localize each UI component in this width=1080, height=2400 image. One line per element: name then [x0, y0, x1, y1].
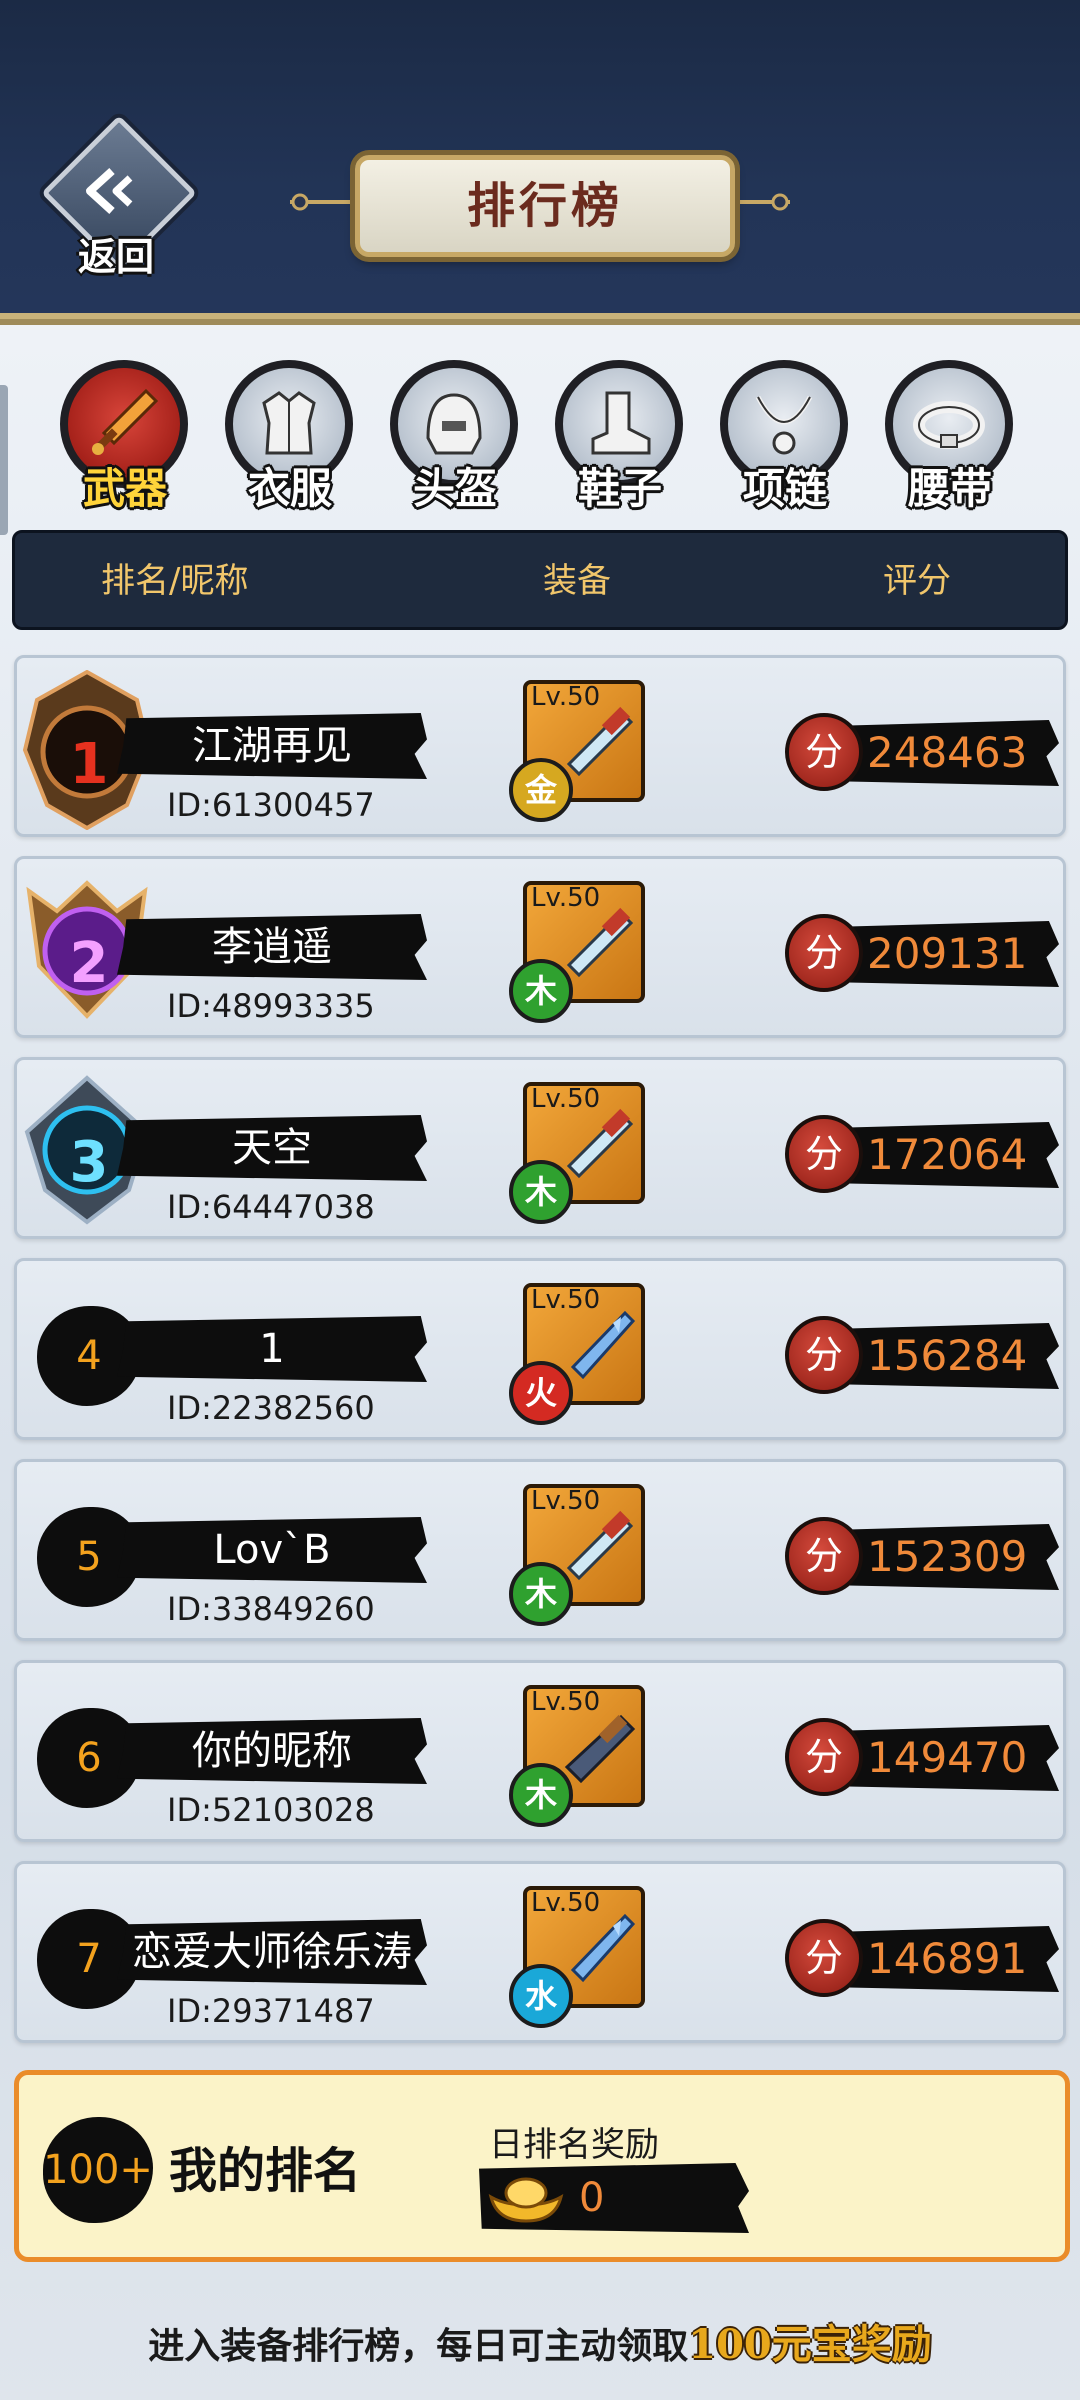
- table-row[interactable]: 1 江湖再见 ID:61300457 Lv.50 金 分 248463: [14, 655, 1066, 837]
- element-badge: 火: [509, 1361, 573, 1425]
- tab-shoes[interactable]: 鞋子: [545, 355, 695, 525]
- helmet-icon: [426, 393, 482, 455]
- title-plaque: 排行榜: [355, 155, 735, 257]
- player-name: 江湖再见: [192, 723, 352, 769]
- table-row[interactable]: 4 1 ID:22382560 Lv.50 火 分 156284: [14, 1258, 1066, 1440]
- score-icon: 分: [785, 1517, 863, 1595]
- equipment-slot[interactable]: Lv.50 木: [509, 881, 645, 1023]
- tab-belt[interactable]: 腰带: [875, 355, 1025, 525]
- element-badge: 木: [509, 959, 573, 1023]
- element-badge: 木: [509, 1160, 573, 1224]
- my-rank-number: 100+: [43, 2147, 153, 2193]
- equipment-slot[interactable]: Lv.50 火: [509, 1283, 645, 1425]
- player-id: ID:33849260: [167, 1590, 375, 1628]
- player-id: ID:48993335: [167, 987, 375, 1025]
- tab-weapon[interactable]: 武器: [50, 355, 200, 525]
- score-value: 152309: [867, 1532, 1028, 1581]
- necklace-icon: [755, 395, 813, 455]
- header-bar: 返回 排行榜: [0, 0, 1080, 325]
- element-badge: 木: [509, 1562, 573, 1626]
- armor-icon: [262, 391, 316, 455]
- equipment-slot[interactable]: Lv.50 木: [509, 1484, 645, 1626]
- back-label: 返回: [77, 234, 154, 279]
- daily-reward-title: 日排名奖励: [489, 2125, 659, 2165]
- element-badge: 水: [509, 1964, 573, 2028]
- equipment-slot[interactable]: Lv.50 水: [509, 1886, 645, 2028]
- score-icon: 分: [785, 914, 863, 992]
- player-id: ID:29371487: [167, 1992, 375, 2030]
- score-icon: 分: [785, 1718, 863, 1796]
- back-button[interactable]: 返回: [41, 115, 197, 279]
- reward-value: 0: [579, 2175, 605, 2221]
- score-icon: 分: [785, 1115, 863, 1193]
- my-rank-label: 我的排名: [169, 2143, 362, 2199]
- element-badge: 金: [509, 758, 573, 822]
- table-row[interactable]: 5 Lov`B ID:33849260 Lv.50 木 分 152309: [14, 1459, 1066, 1641]
- table-row[interactable]: 2 李逍遥 ID:48993335 Lv.50 木 分 209131: [14, 856, 1066, 1038]
- tab-label: 头盔: [412, 464, 497, 513]
- column-score: 评分: [883, 561, 951, 601]
- player-id: ID:61300457: [167, 786, 375, 824]
- tab-helmet[interactable]: 头盔: [380, 355, 530, 525]
- player-id: ID:64447038: [167, 1188, 375, 1226]
- equipment-slot[interactable]: Lv.50 木: [509, 1082, 645, 1224]
- tab-label: 鞋子: [577, 464, 662, 513]
- player-name: Lov`B: [213, 1527, 331, 1573]
- score-value: 248463: [867, 728, 1028, 777]
- player-name: 你的昵称: [192, 1728, 352, 1774]
- score-value: 146891: [867, 1934, 1028, 1983]
- footer-notice: 进入装备排行榜，每日可主动领取100元宝奖励: [0, 2312, 1080, 2370]
- boot-icon: [591, 391, 651, 455]
- footer-highlight: 100元宝奖励: [688, 2321, 932, 2368]
- player-name: 恋爱大师徐乐涛: [132, 1929, 412, 1975]
- score-value: 172064: [867, 1130, 1028, 1179]
- chevron-left-icon: [86, 168, 133, 214]
- belt-icon: [913, 401, 985, 449]
- my-rank-panel[interactable]: 100+ 我的排名 日排名奖励 0: [14, 2070, 1070, 2262]
- tab-label: 项链: [742, 464, 827, 513]
- page-title: 排行榜: [466, 178, 623, 234]
- score-icon: 分: [785, 1316, 863, 1394]
- tab-label: 衣服: [247, 464, 332, 513]
- player-id: ID:52103028: [167, 1791, 375, 1829]
- side-handle[interactable]: [0, 385, 8, 535]
- score-value: 209131: [867, 929, 1028, 978]
- player-name: 1: [259, 1326, 285, 1372]
- score-icon: 分: [785, 713, 863, 791]
- score-icon: 分: [785, 1919, 863, 1997]
- table-row[interactable]: 6 你的昵称 ID:52103028 Lv.50 木 分 149470: [14, 1660, 1066, 1842]
- tab-label: 武器: [82, 464, 167, 513]
- score-value: 156284: [867, 1331, 1028, 1380]
- table-row[interactable]: 7 恋爱大师徐乐涛 ID:29371487 Lv.50 水 分 146891: [14, 1861, 1066, 2043]
- equipment-slot[interactable]: Lv.50 木: [509, 1685, 645, 1827]
- player-name: 李逍遥: [212, 924, 332, 970]
- element-badge: 木: [509, 1763, 573, 1827]
- footer-text: 进入装备排行榜，每日可主动领取: [148, 2325, 689, 2367]
- sword-icon: [92, 388, 159, 455]
- gold-ingot-icon: [488, 2177, 564, 2223]
- score-value: 149470: [867, 1733, 1028, 1782]
- column-rank-name: 排名/昵称: [101, 561, 249, 601]
- tab-necklace[interactable]: 项链: [710, 355, 860, 525]
- tab-clothing[interactable]: 衣服: [215, 355, 365, 525]
- tab-label: 腰带: [907, 464, 992, 513]
- player-id: ID:22382560: [167, 1389, 375, 1427]
- table-row[interactable]: 3 天空 ID:64447038 Lv.50 木 分 172064: [14, 1057, 1066, 1239]
- equipment-slot[interactable]: Lv.50 金: [509, 680, 645, 822]
- column-equipment: 装备: [543, 561, 611, 601]
- player-name: 天空: [232, 1125, 312, 1171]
- column-header: 排名/昵称 装备 评分: [12, 530, 1068, 630]
